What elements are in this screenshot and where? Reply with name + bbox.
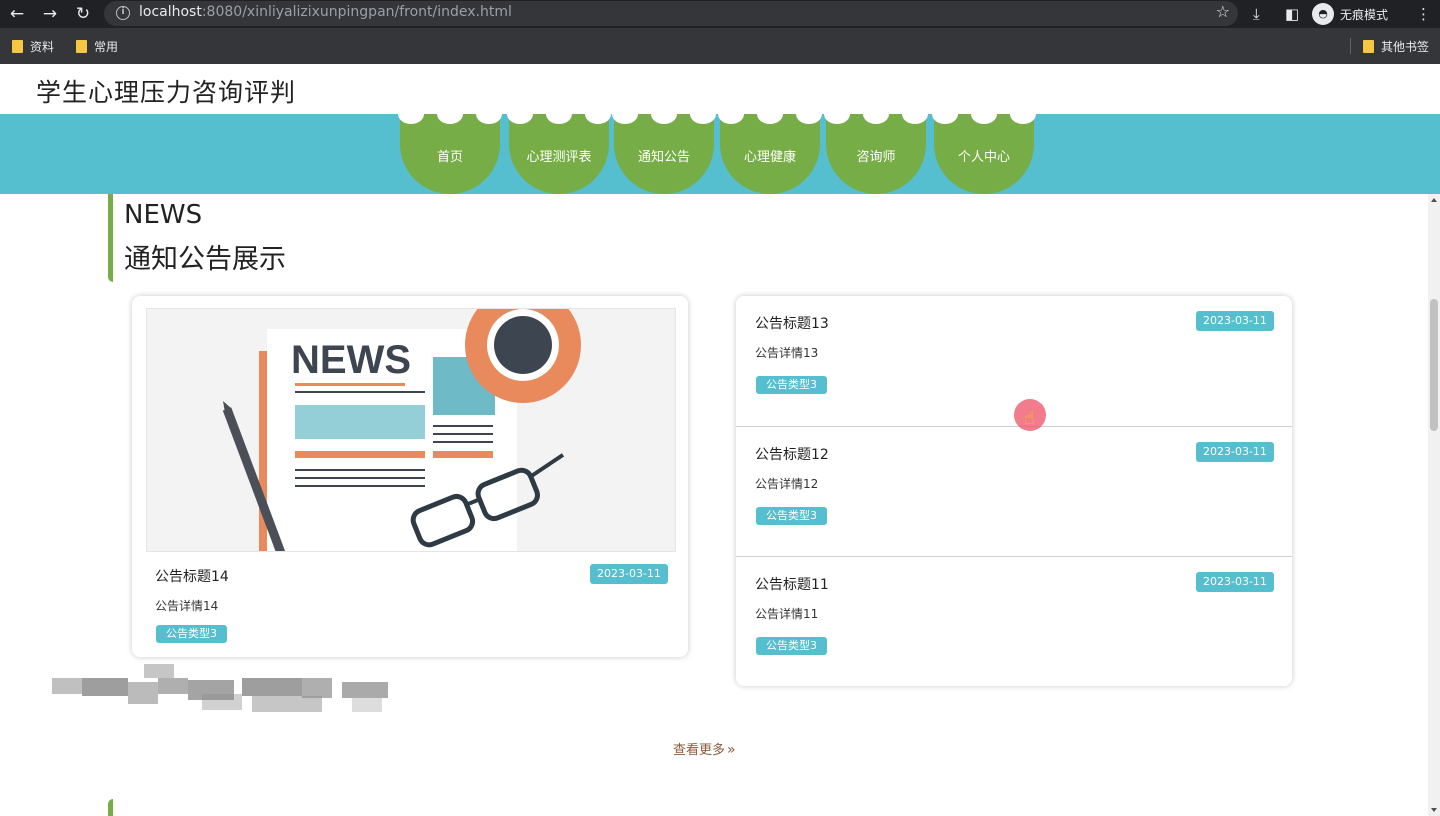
scroll-up-icon[interactable] <box>1431 198 1437 202</box>
main-nav: 首页 心理测评表 通知公告 心理健康 咨询师 个人中心 <box>0 114 1440 194</box>
incognito-icon: ◓ <box>1312 3 1334 25</box>
nav-label: 个人中心 <box>957 150 1010 165</box>
notice-detail: 公告详情11 <box>755 607 819 621</box>
double-chevron-right-icon: » <box>727 742 736 758</box>
folder-icon <box>12 40 23 53</box>
folder-icon <box>76 40 87 53</box>
bookmarks-bar: 资料 常用 其他书签 <box>0 28 1440 64</box>
news-illustration: NEWS <box>146 308 676 552</box>
url-path: :8080/xinliyalizixunpingpan/front/index.… <box>201 4 512 20</box>
notice-type-badge: 公告类型3 <box>756 637 827 655</box>
notice-type-badge: 公告类型3 <box>756 376 827 394</box>
scroll-thumb[interactable] <box>1430 299 1438 431</box>
news-image-text: NEWS <box>291 338 411 382</box>
notice-list-card: 公告标题13 2023-03-11 公告详情13 公告类型3 公告标题12 20… <box>736 296 1292 686</box>
notice-detail: 公告详情12 <box>755 477 819 491</box>
notice-list-item[interactable]: 公告标题13 2023-03-11 公告详情13 公告类型3 <box>736 296 1292 426</box>
nav-item-notices[interactable]: 通知公告 <box>612 114 716 194</box>
folder-icon <box>1363 40 1374 53</box>
bookmark-ziliao[interactable]: 资料 <box>12 38 54 55</box>
notice-date-badge: 2023-03-11 <box>1196 311 1274 331</box>
notice-title[interactable]: 公告标题11 <box>755 574 829 594</box>
address-bar[interactable]: i localhost:8080/xinliyalizixunpingpan/f… <box>104 1 1238 26</box>
notice-title[interactable]: 公告标题13 <box>755 313 829 333</box>
browser-toolbar: ← → ↻ i localhost:8080/xinliyalizixunpin… <box>0 0 1440 28</box>
newspaper-illustration: NEWS <box>147 309 675 551</box>
notice-list-item[interactable]: 公告标题12 2023-03-11 公告详情12 公告类型3 <box>736 426 1292 556</box>
sidebar-icon[interactable]: ◧ <box>1285 3 1299 25</box>
nav-item-counselor[interactable]: 咨询师 <box>824 114 928 194</box>
notice-date-badge: 2023-03-11 <box>1196 572 1274 592</box>
url-text[interactable]: localhost:8080/xinliyalizixunpingpan/fro… <box>139 4 512 20</box>
download-icon[interactable]: ⤓ <box>1253 3 1260 25</box>
nav-item-home[interactable]: 首页 <box>398 114 502 194</box>
notice-detail: 公告详情14 <box>155 599 219 613</box>
url-host: localhost <box>139 4 202 20</box>
nav-label: 通知公告 <box>637 150 690 165</box>
notice-date-badge: 2023-03-11 <box>590 564 668 584</box>
incognito-indicator[interactable]: ◓ 无痕模式 <box>1312 2 1388 26</box>
section-title-en: NEWS <box>124 200 203 230</box>
view-more-link[interactable]: 查看更多» <box>673 739 736 758</box>
section-accent-bar <box>108 799 113 816</box>
bookmark-label: 常用 <box>94 40 119 54</box>
nav-label: 首页 <box>436 150 463 165</box>
notice-title[interactable]: 公告标题12 <box>755 444 829 464</box>
nav-label: 心理测评表 <box>526 150 592 165</box>
bookmark-divider <box>1350 38 1351 54</box>
bookmark-label: 资料 <box>30 40 55 54</box>
scroll-down-icon[interactable] <box>1431 808 1437 812</box>
bookmark-changyong[interactable]: 常用 <box>76 38 118 55</box>
forward-arrow-icon[interactable]: → <box>39 3 61 25</box>
site-header: 学生心理压力咨询评判 <box>0 64 1440 114</box>
star-icon[interactable]: ☆ <box>1216 2 1230 21</box>
section-title-cn: 通知公告展示 <box>124 244 286 275</box>
nav-label: 咨询师 <box>856 150 896 165</box>
main-content: NEWS 通知公告展示 NEWS 公告标题14 2023-03-11 公告详情1… <box>0 194 1428 816</box>
page-scrollbar[interactable] <box>1428 194 1440 816</box>
notice-title[interactable]: 公告标题14 <box>155 566 229 586</box>
nav-label: 心理健康 <box>743 150 796 165</box>
notice-date-badge: 2023-03-11 <box>1196 442 1274 462</box>
notice-list-item[interactable]: 公告标题11 2023-03-11 公告详情11 公告类型3 <box>736 556 1292 686</box>
view-more-label: 查看更多 <box>673 743 726 758</box>
hand-pointer-icon: ☝ <box>1024 408 1035 429</box>
incognito-label: 无痕模式 <box>1340 7 1389 22</box>
section-accent-bar <box>108 194 113 282</box>
site-title: 学生心理压力咨询评判 <box>36 78 297 107</box>
back-arrow-icon[interactable]: ← <box>6 3 28 25</box>
nav-item-assessment[interactable]: 心理测评表 <box>507 114 611 194</box>
featured-notice-card[interactable]: NEWS 公告标题14 2023-03-11 公告详情14 公告类型3 <box>132 296 688 657</box>
notice-detail: 公告详情13 <box>755 346 819 360</box>
redacted-watermark <box>52 664 392 716</box>
bookmark-other[interactable]: 其他书签 <box>1363 38 1429 55</box>
bookmark-label: 其他书签 <box>1381 40 1430 54</box>
menu-dots-icon[interactable]: ⋮ <box>1416 3 1431 25</box>
nav-item-health[interactable]: 心理健康 <box>718 114 822 194</box>
info-icon[interactable]: i <box>116 6 130 20</box>
notice-type-badge: 公告类型3 <box>756 507 827 525</box>
reload-icon[interactable]: ↻ <box>72 3 94 25</box>
notice-type-badge: 公告类型3 <box>156 625 227 643</box>
nav-item-profile[interactable]: 个人中心 <box>932 114 1036 194</box>
